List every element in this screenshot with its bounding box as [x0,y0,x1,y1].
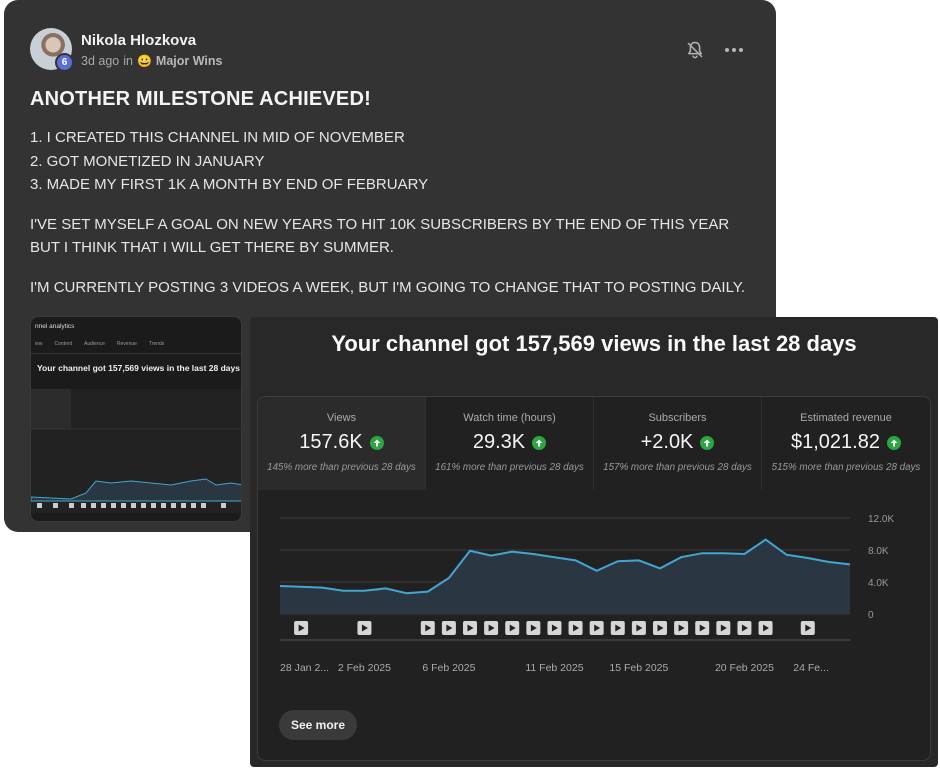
analytics-screenshot: Your channel got 157,569 views in the la… [250,317,938,767]
post-line: 2. GOT MONETIZED IN JANUARY [30,152,265,170]
arrow-up-icon [700,435,715,450]
thumbnail-chart [31,389,241,513]
y-tick-label: 12.0K [868,514,894,525]
y-tick-label: 8.0K [868,546,889,557]
arrow-up-icon [532,435,547,450]
x-tick-label: 20 Feb 2025 [715,662,774,674]
analytics-headline: Your channel got 157,569 views in the la… [331,331,857,356]
metric-label: Views [326,412,357,424]
metrics-row: Views 157.6K 145% more than previous 28 … [258,397,930,490]
metric-watch-time[interactable]: Watch time (hours) 29.3K 161% more than … [426,397,594,490]
metric-value-wrap: +2.0K [594,431,761,454]
post-title: ANOTHER MILESTONE ACHIEVED! [30,88,371,110]
metric-subscribers[interactable]: Subscribers +2.0K 157% more than previou… [594,397,762,490]
see-more-button[interactable]: See more [279,710,357,740]
metric-label: Watch time (hours) [463,412,556,424]
analytics-panel: Views 157.6K 145% more than previous 28 … [257,396,931,761]
bell-off-icon[interactable] [685,40,705,60]
views-chart: 12.0K 8.0K 4.0K 0 28 Jan 2... 2 Feb 2025 6 Feb… [279,514,894,674]
category-emoji-icon: 😀 [136,54,152,68]
metric-label: Subscribers [648,412,707,424]
x-tick-label: 6 Feb 2025 [422,662,475,674]
metric-value-wrap: $1,021.82 [762,431,930,454]
thumbnail-divider [31,353,241,354]
arrow-up-icon [369,435,384,450]
post-meta: 3d ago in 😀 Major Wins [81,54,222,68]
x-tick-label: 11 Feb 2025 [525,662,583,674]
metric-value-wrap: 157.6K [258,431,425,454]
thumbnail-chart-svg [31,389,241,508]
metric-views[interactable]: Views 157.6K 145% more than previous 28 … [258,397,426,490]
x-tick-label: 28 Jan 2... [280,662,329,674]
attachment-thumbnail[interactable]: nnel analytics iew Content Audience Reve… [30,316,242,522]
thumbnail-tab: Audience [84,341,105,347]
post-line: 1. I CREATED THIS CHANNEL IN MID OF NOVE… [30,129,405,146]
post-paragraph: I'M CURRENTLY POSTING 3 VIDEOS A WEEK, B… [30,278,746,296]
metric-revenue[interactable]: Estimated revenue $1,021.82 515% more th… [762,397,930,490]
metric-note: 145% more than previous 28 days [267,462,416,473]
thumbnail-tab: Revenue [116,341,137,347]
x-tick-label: 15 Feb 2025 [609,662,668,674]
metric-value: +2.0K [640,431,694,453]
metric-value: 157.6K [299,431,363,453]
arrow-up-icon [886,435,901,450]
metric-note: 161% more than previous 28 days [435,462,584,473]
in-word: in [123,54,133,68]
more-horizontal-icon[interactable] [723,40,745,60]
metric-label: Estimated revenue [800,412,892,424]
x-tick-label: 2 Feb 2025 [338,662,391,674]
metric-value: 29.3K [472,431,526,453]
author-name[interactable]: Nikola Hlozkova [81,32,196,49]
post-body: 1. I CREATED THIS CHANNEL IN MID OF NOVE… [30,126,760,315]
thumbnail-tab: iew [35,341,43,347]
thumbnail-tab: Trends [148,341,165,347]
thumbnail-tab: Content [54,341,73,347]
thumbnail-tabs: iew Content Audience Revenue Trends [35,341,164,347]
category-link[interactable]: Major Wins [156,54,223,68]
post-paragraph: I'VE SET MYSELF A GOAL ON NEW YEARS TO H… [30,215,730,257]
x-tick-label: 24 Fe... [793,662,829,674]
thumbnail-title: nnel analytics [35,323,75,330]
metric-note: 157% more than previous 28 days [603,462,752,473]
level-badge: 6 [55,53,74,72]
post-line: 3. MADE MY FIRST 1K A MONTH BY END OF FE… [30,176,429,193]
metric-value-wrap: 29.3K [426,431,593,454]
thumbnail-headline: Your channel got 157,569 views in the la… [37,363,240,373]
views-area [280,539,850,614]
metric-value: $1,021.82 [791,431,880,453]
post-time: 3d ago [81,54,120,68]
y-tick-label: 4.0K [868,578,889,589]
post-list: 1. I CREATED THIS CHANNEL IN MID OF NOVE… [30,126,760,197]
metric-note: 515% more than previous 28 days [771,462,921,473]
y-tick-label: 0 [868,610,874,621]
